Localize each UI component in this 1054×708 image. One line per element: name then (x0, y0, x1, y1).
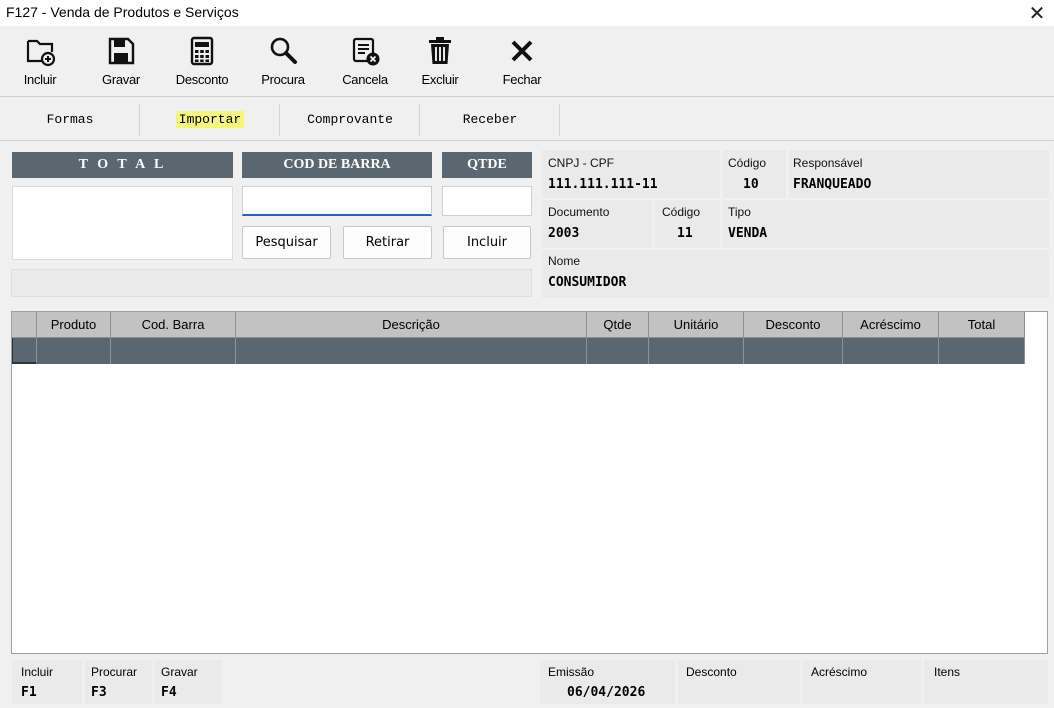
cancela-label: Cancela (342, 72, 388, 87)
barcode-header: COD DE BARRA (242, 152, 432, 178)
menu-divider (419, 104, 420, 136)
toolbar-divider (0, 96, 1054, 97)
items-grid[interactable]: Produto Cod. Barra Descrição Qtde Unitár… (11, 311, 1048, 654)
table-row-cell[interactable] (843, 338, 939, 364)
procura-label: Procura (261, 72, 305, 87)
grid-header-qtde[interactable]: Qtde (587, 312, 649, 338)
shortcut-key: F1 (21, 685, 37, 700)
grid-header-cod-barra[interactable]: Cod. Barra (111, 312, 236, 338)
grid-corner (12, 312, 37, 338)
shortcut-key: F3 (91, 685, 107, 700)
calculator-icon (190, 36, 214, 66)
codigo2-label: Código (662, 205, 701, 219)
menu-receber[interactable]: Receber (430, 104, 550, 136)
grid-header-descricao[interactable]: Descrição (236, 312, 587, 338)
window-title: F127 - Venda de Produtos e Serviços (6, 4, 239, 20)
folder-add-icon (26, 39, 56, 67)
codigo1-label: Código (728, 156, 767, 170)
pesquisar-button[interactable]: Pesquisar (242, 226, 331, 259)
document-cancel-icon (352, 37, 380, 66)
emissao-label: Emissão (548, 665, 595, 679)
qtde-input[interactable] (442, 186, 532, 216)
toolbar: Incluir Gravar Desconto Procura Cancela … (0, 26, 1054, 96)
desconto-button[interactable]: Desconto (168, 34, 236, 92)
qtde-header: QTDE (442, 152, 532, 178)
tipo-label: Tipo (728, 205, 751, 219)
table-row-cell[interactable] (744, 338, 843, 364)
table-row-cell[interactable] (236, 338, 587, 364)
status-strip (11, 269, 532, 297)
tipo-box (723, 200, 1049, 248)
shortcut-label: Gravar (161, 665, 198, 679)
row-selector[interactable] (12, 338, 37, 364)
documento-label: Documento (548, 205, 610, 219)
shortcut-label: Procurar (91, 665, 138, 679)
desconto-total-label: Desconto (686, 665, 737, 679)
codigo2-value: 11 (677, 226, 693, 241)
title-bar: F127 - Venda de Produtos e Serviços ✕ (0, 0, 1054, 26)
excluir-label: Excluir (421, 72, 459, 87)
cnpj-value: 111.111.111-11 (548, 177, 658, 192)
cancela-button[interactable]: Cancela (331, 34, 399, 92)
table-row-cell[interactable] (939, 338, 1025, 364)
shortcut-key: F4 (161, 685, 177, 700)
nome-label: Nome (548, 254, 581, 268)
total-display (12, 186, 233, 260)
cnpj-label: CNPJ - CPF (548, 156, 614, 170)
documento-value: 2003 (548, 226, 580, 241)
close-icon[interactable]: ✕ (1020, 0, 1054, 26)
menu-divider (559, 104, 560, 136)
menu-importar[interactable]: Importar (150, 104, 270, 136)
grid-header-acrescimo[interactable]: Acréscimo (843, 312, 939, 338)
emissao-value: 06/04/2026 (567, 685, 646, 700)
retirar-button[interactable]: Retirar (343, 226, 432, 259)
table-row-cell[interactable] (37, 338, 111, 364)
table-row-cell[interactable] (111, 338, 236, 364)
shortcut-label: Incluir (21, 665, 54, 679)
menu-divider (279, 104, 280, 136)
grid-header-unitario[interactable]: Unitário (649, 312, 744, 338)
gravar-label: Gravar (102, 72, 140, 87)
gravar-button[interactable]: Gravar (87, 34, 155, 92)
menu-comprovante[interactable]: Comprovante (290, 104, 410, 136)
floppy-disk-icon (108, 37, 135, 65)
nome-box (542, 250, 1049, 298)
nome-value: CONSUMIDOR (548, 275, 627, 290)
codigo1-value: 10 (743, 177, 759, 192)
menu-formas[interactable]: Formas (10, 104, 130, 136)
fechar-button[interactable]: Fechar (488, 34, 556, 92)
magnifier-icon (270, 37, 297, 64)
itens-label: Itens (934, 665, 961, 679)
total-header: T O T A L (12, 152, 233, 178)
window: F127 - Venda de Produtos e Serviços ✕ In… (0, 0, 1054, 708)
table-row-cell[interactable] (649, 338, 744, 364)
tipo-value: VENDA (728, 226, 768, 241)
fechar-label: Fechar (502, 72, 542, 87)
grid-header-desconto[interactable]: Desconto (744, 312, 843, 338)
barcode-input[interactable] (242, 186, 432, 216)
responsavel-value: FRANQUEADO (793, 177, 872, 192)
trash-icon (429, 37, 451, 64)
acrescimo-total-label: Acréscimo (811, 665, 868, 679)
menu-divider (139, 104, 140, 136)
grid-header-total[interactable]: Total (939, 312, 1025, 338)
close-x-icon (511, 40, 533, 62)
incluir-item-button[interactable]: Incluir (443, 226, 531, 259)
desconto-label: Desconto (175, 72, 229, 87)
procura-button[interactable]: Procura (249, 34, 317, 92)
grid-header-produto[interactable]: Produto (37, 312, 111, 338)
incluir-label: Incluir (23, 72, 57, 87)
table-row-cell[interactable] (587, 338, 649, 364)
responsavel-label: Responsável (793, 156, 863, 170)
excluir-button[interactable]: Excluir (406, 34, 474, 92)
menu-divider-bottom (0, 140, 1054, 141)
incluir-button[interactable]: Incluir (6, 34, 74, 92)
